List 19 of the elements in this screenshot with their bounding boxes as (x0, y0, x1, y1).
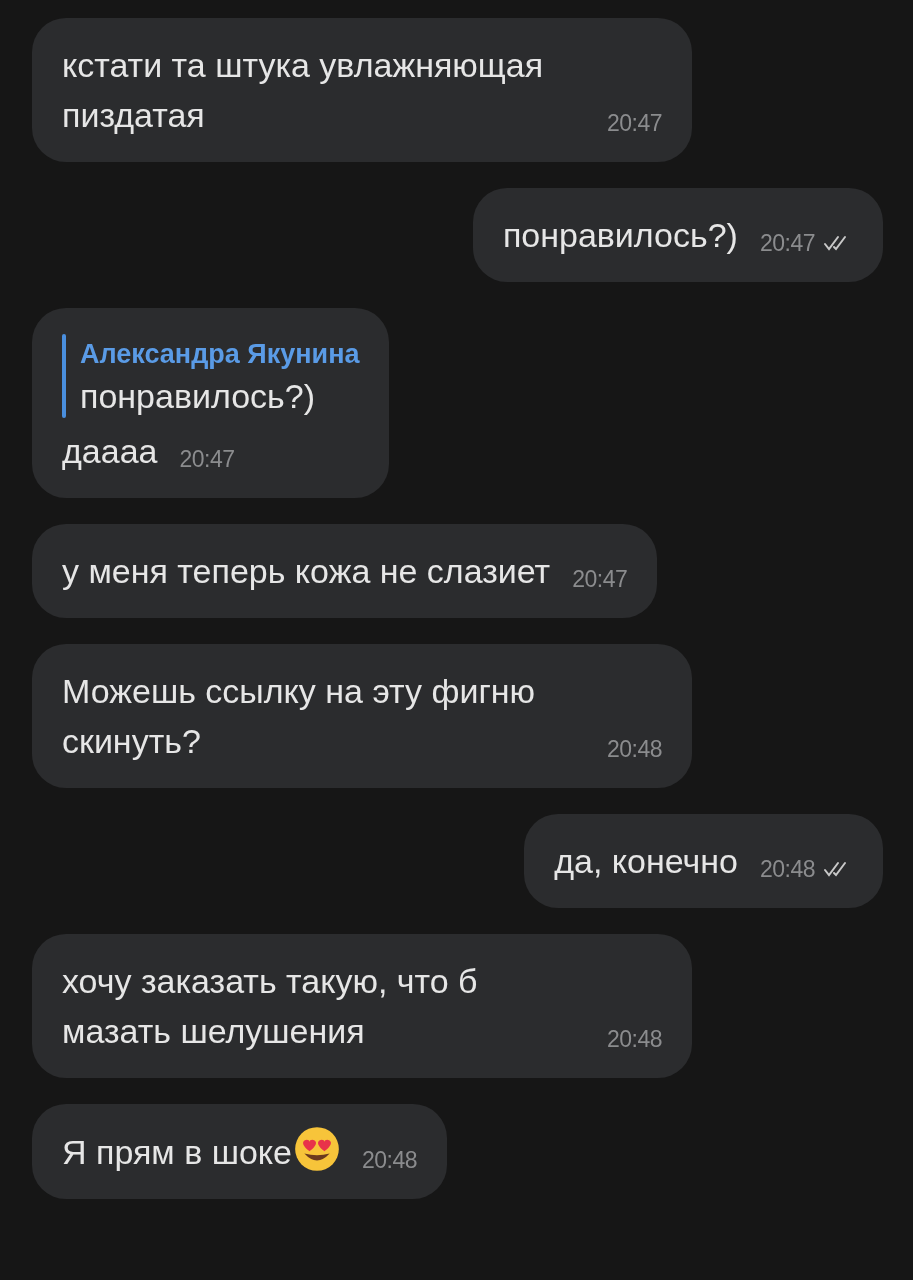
message-text: Можешь ссылку на эту фигню скинуть? (62, 672, 536, 760)
quoted-author-name: Александра Якунина (80, 338, 360, 371)
quoted-message-text: понравилось?) (80, 376, 317, 417)
message-time: 20:47 (759, 229, 815, 258)
message-time: 20:47 (572, 565, 628, 594)
message-time: 20:48 (606, 1025, 662, 1054)
heart-eyes-emoji-icon (294, 1126, 341, 1172)
message-text: да, конечно (554, 842, 738, 880)
message-text: у меня теперь кожа не слазиет (62, 552, 551, 590)
message-time: 20:47 (179, 445, 235, 474)
message-time: 20:48 (759, 855, 815, 884)
message-text: даааа (62, 432, 158, 470)
message-time: 20:48 (362, 1146, 418, 1175)
message-text: хочу заказать такую, что б мазать шелушения (62, 962, 478, 1050)
message-text: Я прям в шоке (62, 1133, 293, 1171)
message-time: 20:47 (606, 109, 662, 138)
message-text: кстати та штука увлажняющая пиздатая (62, 46, 544, 134)
message-time: 20:48 (606, 735, 662, 764)
message-text: понравилось?) (502, 216, 738, 254)
